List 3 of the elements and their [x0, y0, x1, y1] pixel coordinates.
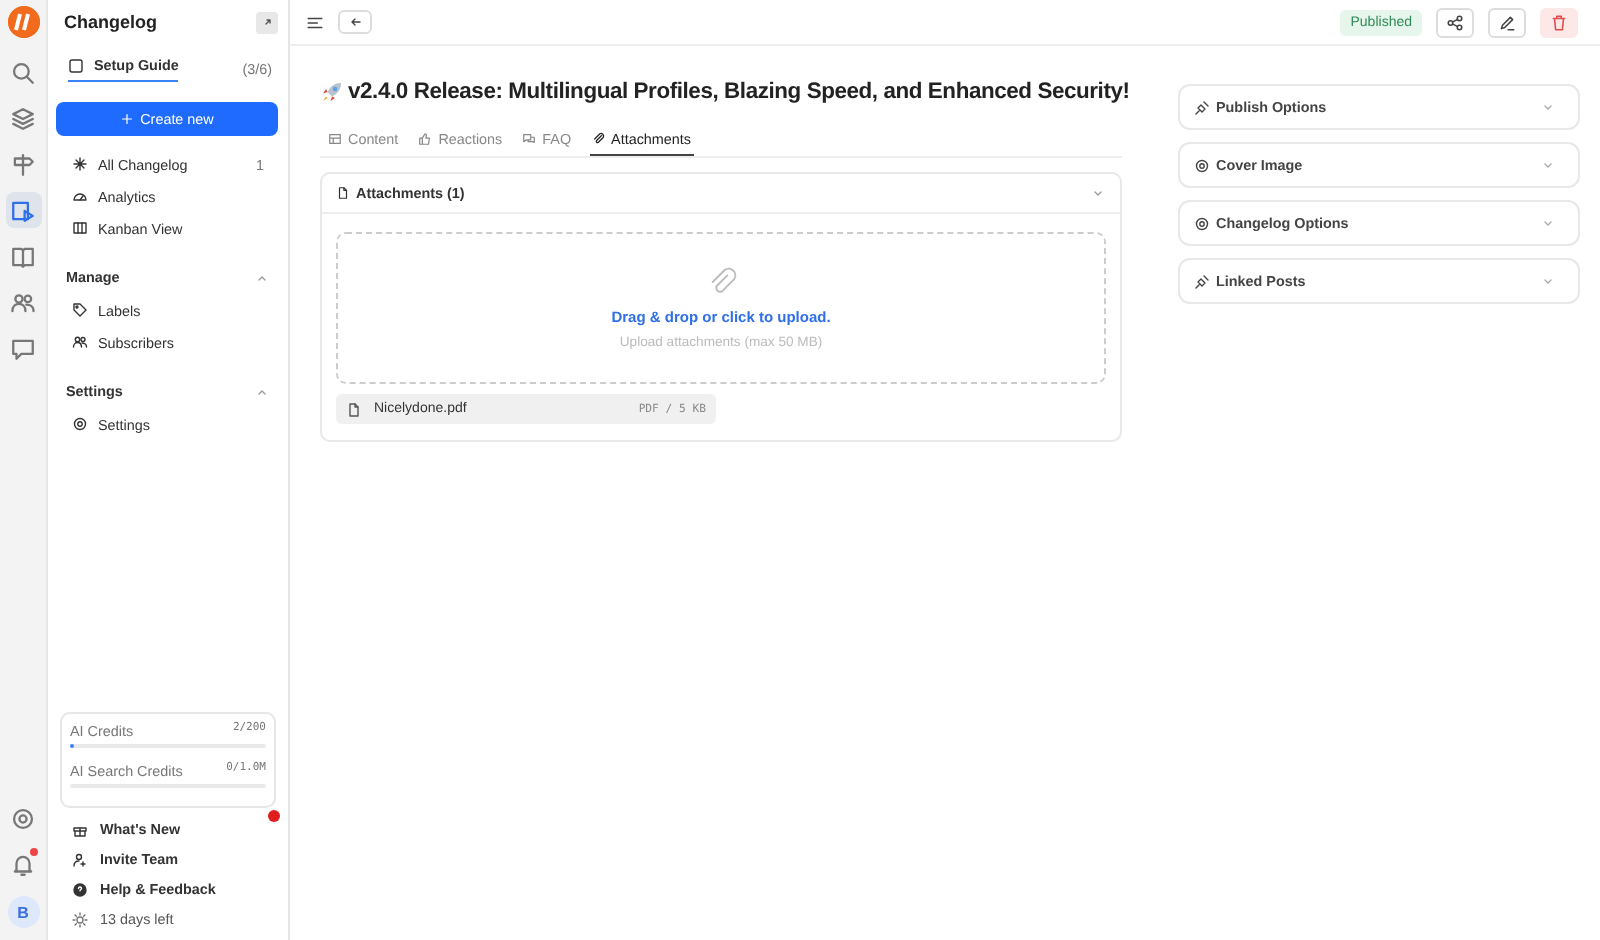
post-title: v2.4.0 Release: Multilingual Profiles, Blazing Speed, and Enhanced Security! — [348, 80, 1130, 104]
user-avatar[interactable]: B — [7, 896, 39, 928]
sidebar-title: Changelog — [64, 12, 157, 32]
